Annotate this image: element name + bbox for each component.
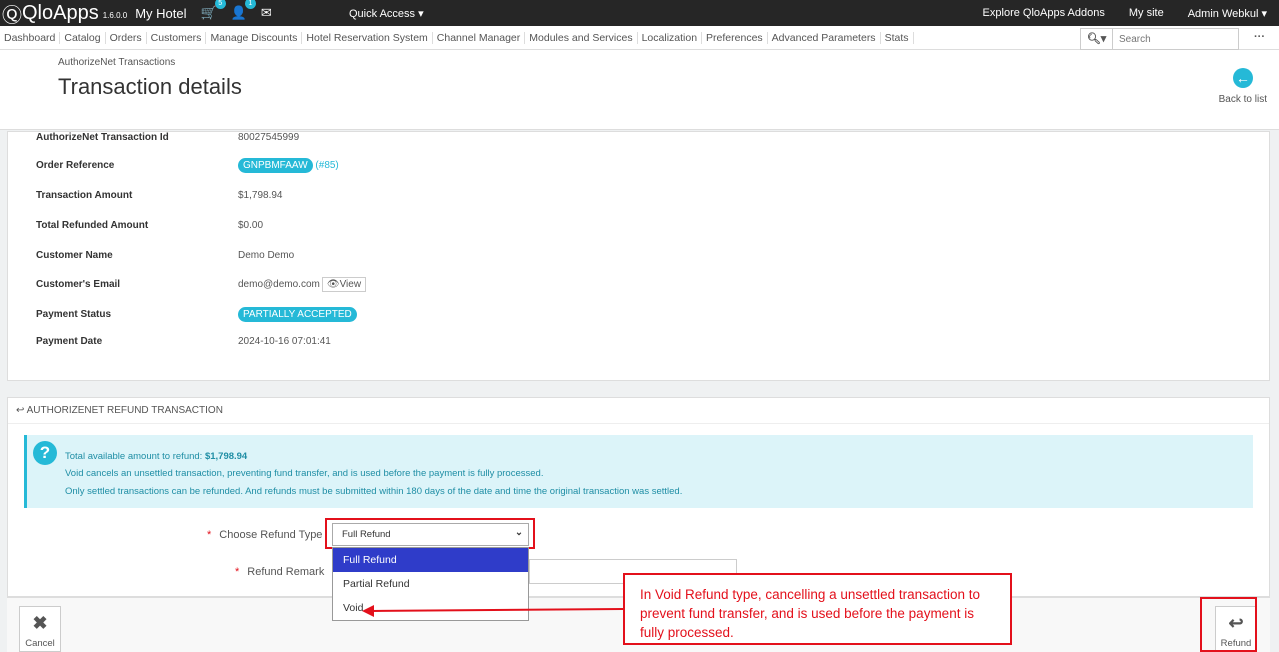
highlight-box <box>1200 597 1257 652</box>
question-icon: ? <box>33 441 57 465</box>
shop-name-link[interactable]: My Hotel <box>135 6 186 21</box>
quick-access-menu[interactable]: Quick Access ▾ <box>349 7 424 20</box>
user-icon[interactable]: 👤 1 <box>231 0 256 21</box>
nav-preferences[interactable]: Preferences <box>702 31 768 44</box>
page-header: AuthorizeNet Transactions Transaction de… <box>0 50 1279 130</box>
order-id-link[interactable]: (#85) <box>315 160 338 171</box>
order-reference-badge[interactable]: GNPBMFAAW <box>238 158 313 173</box>
annotation-arrow <box>362 605 624 617</box>
arrow-left-icon: ← <box>1232 68 1253 88</box>
nav-advanced-parameters[interactable]: Advanced Parameters <box>768 31 881 44</box>
breadcrumb[interactable]: AuthorizeNet Transactions <box>58 57 175 68</box>
my-site-link[interactable]: My site <box>1129 7 1164 20</box>
annotation-callout: In Void Refund type, cancelling a unsett… <box>623 573 1012 645</box>
nav-dashboard[interactable]: Dashboard <box>0 31 61 44</box>
nav-catalog[interactable]: Catalog <box>60 31 106 44</box>
eye-icon: 👁 <box>326 279 340 290</box>
addons-link[interactable]: Explore QloApps Addons <box>983 7 1105 20</box>
refund-type-label: * Choose Refund Type <box>207 529 323 541</box>
mail-icon[interactable]: ✉ <box>261 5 272 21</box>
status-badge: PARTIALLY ACCEPTED <box>238 307 357 322</box>
back-to-list-button[interactable]: ← Back to list <box>1219 68 1267 105</box>
nav-modules[interactable]: Modules and Services <box>525 31 638 44</box>
cart-badge: 5 <box>214 0 226 9</box>
view-email-button[interactable]: 👁View <box>321 277 367 292</box>
cancel-button[interactable]: ✖ Cancel <box>19 606 61 652</box>
cart-icon[interactable]: 🛒 5 <box>200 0 226 21</box>
nav-customers[interactable]: Customers <box>147 31 207 44</box>
main-nav: Dashboard Catalog Orders Customers Manag… <box>0 26 1279 50</box>
option-partial-refund[interactable]: Partial Refund <box>333 572 528 596</box>
nav-orders[interactable]: Orders <box>106 31 147 44</box>
option-full-refund[interactable]: Full Refund <box>333 548 528 572</box>
admin-menu[interactable]: Admin Webkul ▾ <box>1188 7 1267 20</box>
nav-localization[interactable]: Localization <box>638 31 703 44</box>
nav-discounts[interactable]: Manage Discounts <box>206 31 303 44</box>
nav-channel-manager[interactable]: Channel Manager <box>433 31 526 44</box>
top-bar: Ⓠ QloApps 1.6.0.0 My Hotel 🛒 5 👤 1 ✉ Quick A… <box>0 0 1279 28</box>
nav-stats[interactable]: Stats <box>881 31 914 44</box>
close-icon: ✖ <box>32 613 48 633</box>
more-icon[interactable]: ··· <box>1254 31 1265 43</box>
search-icon[interactable]: 🔍︎▾ <box>1080 28 1113 50</box>
highlight-box <box>325 518 535 549</box>
logo[interactable]: Ⓠ QloApps 1.6.0.0 <box>0 0 135 28</box>
info-alert: ? Total available amount to refund: $1,7… <box>24 435 1253 508</box>
section-title: ↩ AUTHORIZENET REFUND TRANSACTION <box>8 398 1269 424</box>
refund-remark-label: * Refund Remark <box>235 566 325 578</box>
reply-icon: ↩ <box>16 405 27 416</box>
page-title: Transaction details <box>58 74 242 99</box>
nav-hotel-reservation[interactable]: Hotel Reservation System <box>302 31 433 44</box>
search-input[interactable] <box>1113 28 1239 50</box>
user-badge: 1 <box>244 0 256 9</box>
transaction-details-panel: AuthorizeNet Transaction Id 80027545999 O… <box>7 131 1270 381</box>
logo-icon: Ⓠ <box>2 4 22 27</box>
